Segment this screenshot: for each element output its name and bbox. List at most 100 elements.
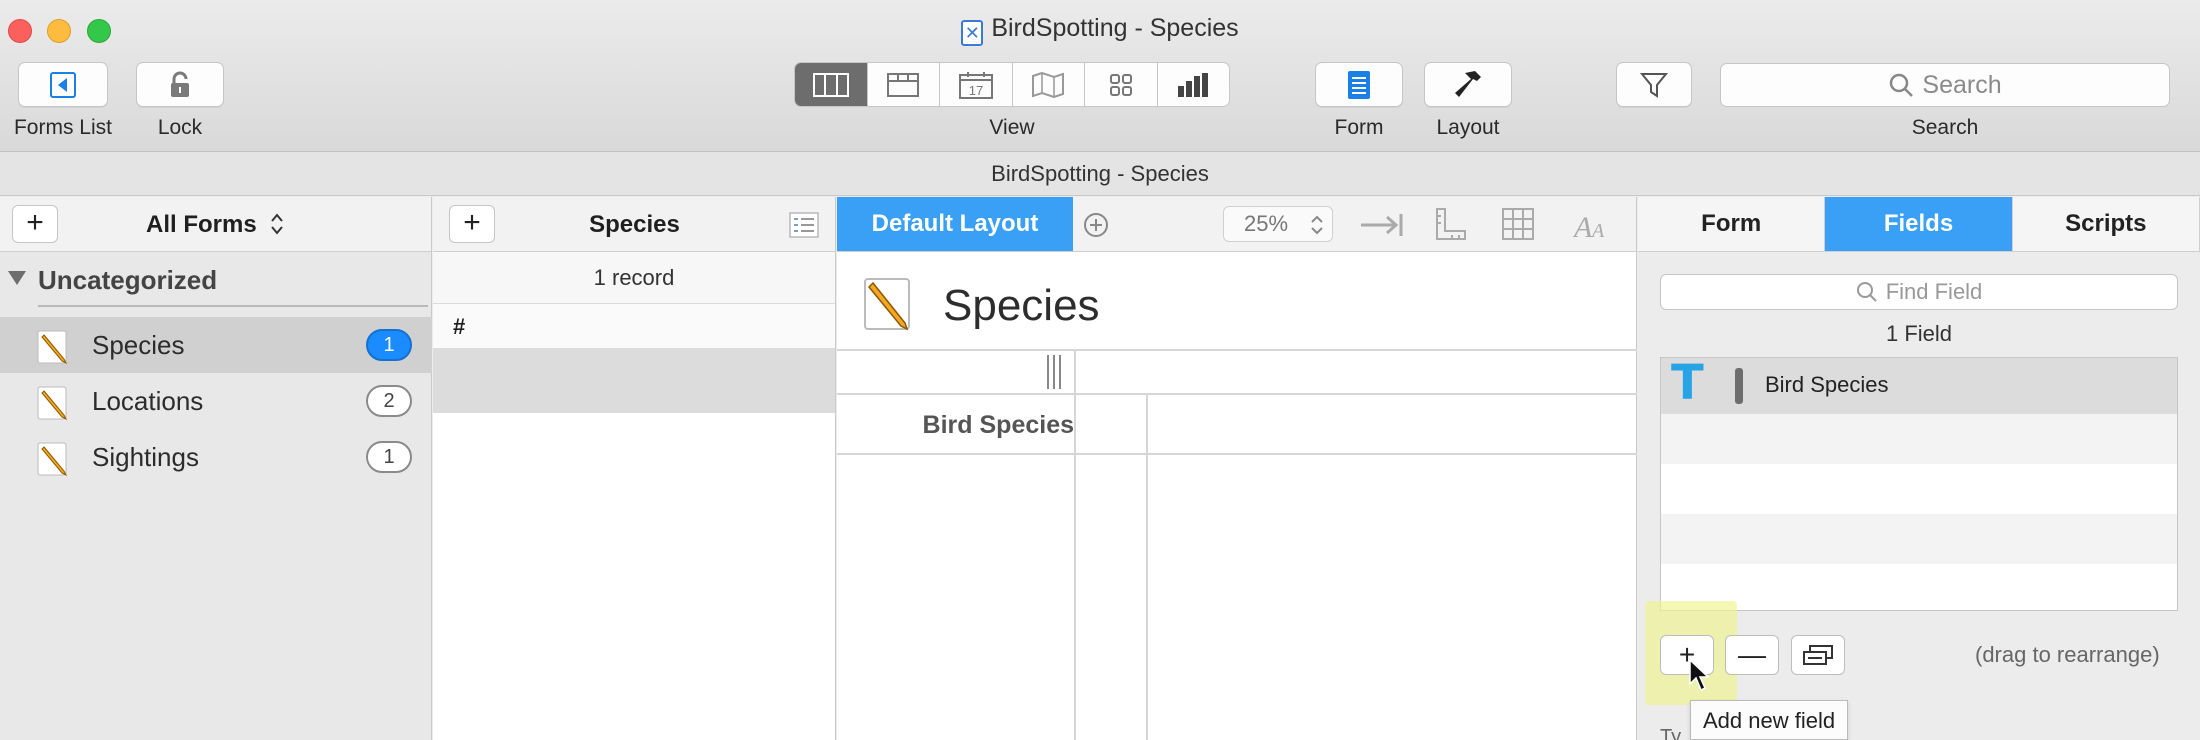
- form-pencil-icon: [37, 442, 68, 477]
- add-layout-icon[interactable]: [1082, 211, 1110, 239]
- text-field-type-icon: T: [1671, 357, 1704, 411]
- layout-guide: [1146, 395, 1148, 740]
- record-count-badge: 1: [366, 329, 412, 361]
- layout-guide: [837, 453, 1637, 455]
- type-label-partial: Ty: [1660, 726, 1682, 740]
- list-options-icon[interactable]: [789, 212, 819, 238]
- chart-view-icon: [1178, 72, 1209, 97]
- layout-editor: Default Layout 25% A A Species Bird Spec…: [837, 197, 1637, 740]
- forms-sidebar: + All Forms Uncategorized Species 1 Loca…: [0, 197, 432, 740]
- duplicate-icon: [1803, 645, 1833, 665]
- list-item: [1661, 564, 2177, 610]
- remove-field-button[interactable]: —: [1725, 635, 1779, 675]
- map-view-button[interactable]: [1013, 63, 1085, 106]
- column-header-number[interactable]: #: [433, 304, 835, 349]
- tab-order-icon[interactable]: [1359, 211, 1405, 239]
- add-form-button[interactable]: +: [12, 205, 58, 243]
- duplicate-field-button[interactable]: [1791, 635, 1845, 675]
- resize-handle[interactable]: [1047, 355, 1049, 389]
- mouse-pointer-icon: [1689, 658, 1710, 692]
- list-item: [1661, 464, 2177, 514]
- sidebar-toggle-icon: [50, 71, 76, 98]
- forms-list-button[interactable]: [18, 62, 108, 107]
- window-title: ✕ BirdSpotting - Species: [0, 14, 2200, 46]
- hammer-icon: [1455, 70, 1481, 97]
- default-layout-tab[interactable]: Default Layout: [837, 197, 1073, 251]
- tab-form[interactable]: Form: [1638, 197, 1826, 251]
- field-count-label: 1 Field: [1885, 321, 1953, 346]
- inspector-tabs: Form Fields Scripts: [1638, 197, 2200, 252]
- lock-label: Lock: [157, 116, 203, 139]
- view-mode-selector[interactable]: 17: [794, 62, 1230, 107]
- record-count-badge: 2: [366, 385, 412, 417]
- form-pencil-icon: [37, 386, 68, 421]
- form-button[interactable]: [1315, 62, 1403, 107]
- search-label: Search: [1911, 116, 1979, 139]
- cards-view-button[interactable]: [868, 63, 940, 106]
- forms-list-label: Forms List: [13, 116, 112, 139]
- list-item: [1661, 414, 2177, 464]
- list-item: [1661, 514, 2177, 564]
- all-forms-selector[interactable]: All Forms: [146, 211, 285, 239]
- document-icon: ✕: [961, 20, 984, 46]
- layout-guide: [837, 349, 1637, 351]
- records-title: Species: [589, 211, 680, 238]
- form-title: Species: [943, 281, 1100, 330]
- sidebar-header: + All Forms: [0, 197, 431, 252]
- layout-editor-toolbar: Default Layout 25% A A: [837, 197, 1636, 252]
- tooltip: Add new field: [1690, 700, 1849, 740]
- columns-view-icon: [812, 72, 849, 97]
- lock-icon: [171, 71, 189, 97]
- form-pencil-icon: [37, 330, 68, 365]
- grid-view-button[interactable]: [1085, 63, 1158, 106]
- drag-hint-label: (drag to rearrange): [1975, 642, 2160, 667]
- svg-text:A: A: [1590, 220, 1605, 241]
- field-list: T Bird Species: [1660, 357, 2178, 611]
- group-divider: [38, 305, 428, 307]
- find-field-input[interactable]: Find Field: [1660, 274, 2178, 310]
- ruler-icon[interactable]: [1435, 207, 1467, 241]
- stepper-chevron-icon: [1311, 215, 1323, 235]
- up-down-chevron-icon: [271, 213, 284, 235]
- zoom-stepper[interactable]: 25%: [1223, 206, 1333, 242]
- field-row-bird-species[interactable]: T Bird Species: [1661, 358, 2177, 414]
- group-uncategorized[interactable]: Uncategorized: [0, 259, 432, 303]
- tab-fields[interactable]: Fields: [1825, 197, 2013, 251]
- tab-scripts[interactable]: Scripts: [2012, 197, 2200, 251]
- field-label-bird-species[interactable]: Bird Species: [837, 411, 1074, 440]
- lock-button[interactable]: [136, 62, 224, 107]
- cards-view-icon: [887, 72, 920, 97]
- chart-view-button[interactable]: [1158, 63, 1230, 106]
- resize-handle[interactable]: [1059, 355, 1061, 389]
- grid-view-icon: [1109, 73, 1132, 96]
- sidebar-item-locations[interactable]: Locations 2: [0, 373, 432, 429]
- drag-handle-icon[interactable]: [1735, 368, 1743, 404]
- form-pencil-icon: [864, 278, 910, 331]
- sidebar-item-sightings[interactable]: Sightings 1: [0, 429, 432, 485]
- grid-icon[interactable]: [1501, 207, 1535, 241]
- search-icon: [1856, 282, 1877, 302]
- app-window: ✕BirdSpotting - Species Forms List Lock: [0, 0, 2200, 740]
- search-field[interactable]: Search: [1720, 63, 2170, 107]
- layout-label: Layout: [1436, 116, 1500, 139]
- document-subtitle: BirdSpotting - Species: [0, 152, 2200, 196]
- resize-handle[interactable]: [1053, 355, 1055, 389]
- toolbar: ✕BirdSpotting - Species Forms List Lock: [0, 0, 2200, 152]
- layout-guide: [1074, 351, 1076, 740]
- table-row[interactable]: [433, 349, 835, 413]
- columns-view-button[interactable]: [795, 63, 868, 106]
- layout-button[interactable]: [1424, 62, 1512, 107]
- form-label: Form: [1334, 116, 1384, 139]
- record-count-badge: 1: [366, 441, 412, 473]
- sidebar-item-species[interactable]: Species 1: [0, 317, 432, 373]
- filter-icon: [1640, 72, 1668, 98]
- record-count-label: 1 record: [433, 252, 835, 304]
- calendar-view-button[interactable]: 17: [940, 63, 1013, 106]
- svg-text:17: 17: [969, 83, 983, 98]
- form-icon: [1348, 70, 1370, 99]
- calendar-view-icon: 17: [958, 71, 993, 99]
- disclosure-triangle-icon[interactable]: [8, 271, 26, 285]
- map-view-icon: [1032, 71, 1065, 98]
- filter-button[interactable]: [1616, 62, 1692, 107]
- font-style-icon[interactable]: A A: [1573, 207, 1609, 241]
